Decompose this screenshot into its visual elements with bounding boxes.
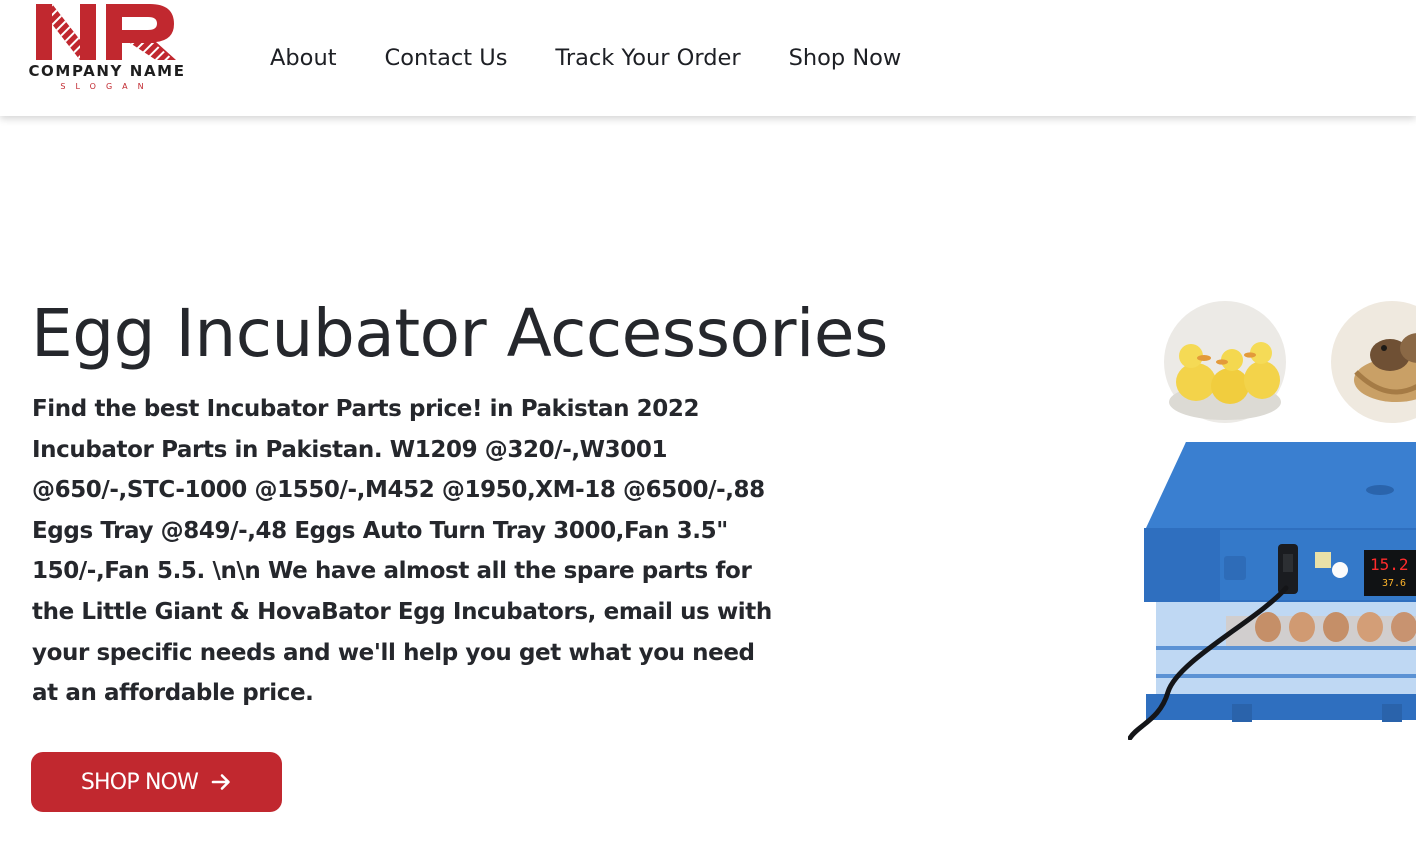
nav-item-shop-now[interactable]: Shop Now bbox=[789, 45, 902, 71]
incubator-product-image: 15.2 37.6 bbox=[1128, 301, 1416, 740]
shop-now-button-label: SHOP NOW bbox=[80, 769, 199, 795]
nav-item-track-your-order[interactable]: Track Your Order bbox=[555, 45, 740, 71]
site-header: COMPANY NAME SLOGAN About Contact Us Tra… bbox=[0, 0, 1416, 116]
incubator-display-sub: 37.6 bbox=[1382, 578, 1406, 589]
shop-now-button[interactable]: SHOP NOW bbox=[31, 752, 282, 812]
incubator-display-temp: 15.2 bbox=[1370, 555, 1409, 574]
company-logo[interactable]: COMPANY NAME SLOGAN bbox=[3, 0, 209, 96]
company-slogan: SLOGAN bbox=[60, 82, 154, 91]
logo-mark-icon bbox=[36, 4, 176, 60]
chicks-basket-image bbox=[1331, 301, 1416, 423]
ducklings-image bbox=[1164, 301, 1286, 423]
company-name: COMPANY NAME bbox=[28, 62, 186, 80]
incubator-body: 15.2 37.6 bbox=[1128, 442, 1416, 740]
main-nav: About Contact Us Track Your Order Shop N… bbox=[270, 40, 949, 76]
nav-item-about[interactable]: About bbox=[270, 45, 337, 71]
hero-description: Find the best Incubator Parts price! in … bbox=[32, 396, 772, 707]
page-title: Egg Incubator Accessories bbox=[31, 295, 888, 372]
nav-item-contact-us[interactable]: Contact Us bbox=[385, 45, 508, 71]
arrow-right-icon bbox=[211, 774, 230, 790]
